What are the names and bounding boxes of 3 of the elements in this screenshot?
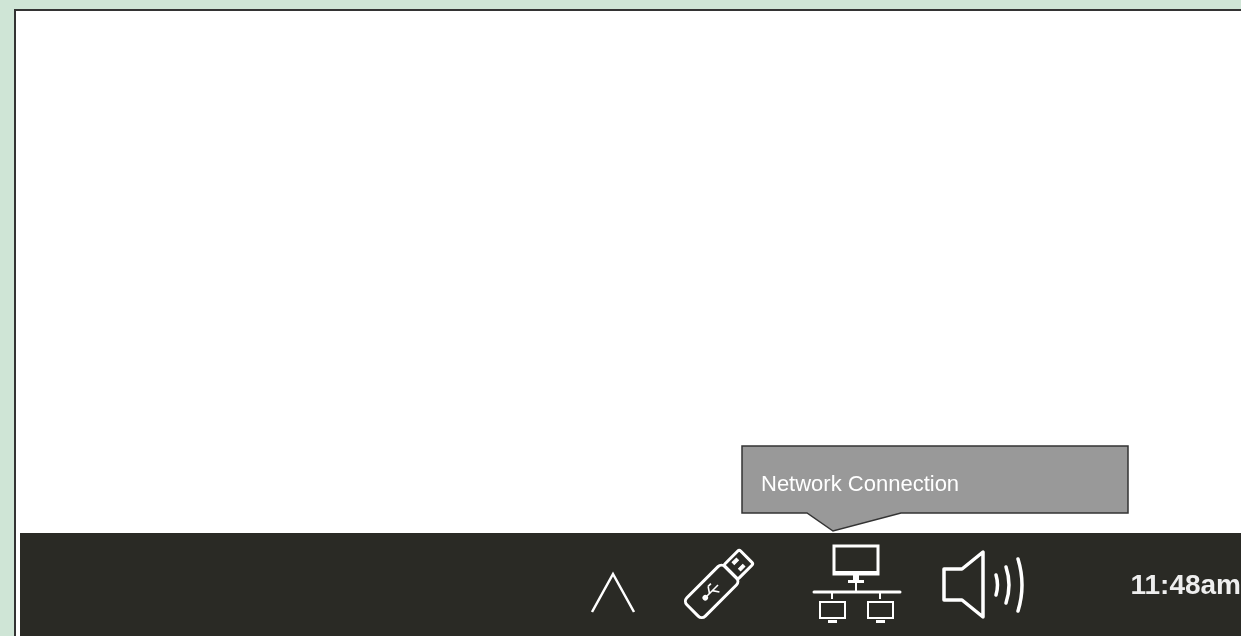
chevron-up-icon[interactable] (590, 569, 637, 614)
tooltip-text: Network Connection (761, 470, 960, 498)
clock-time[interactable]: 11:48am (1130, 563, 1241, 606)
